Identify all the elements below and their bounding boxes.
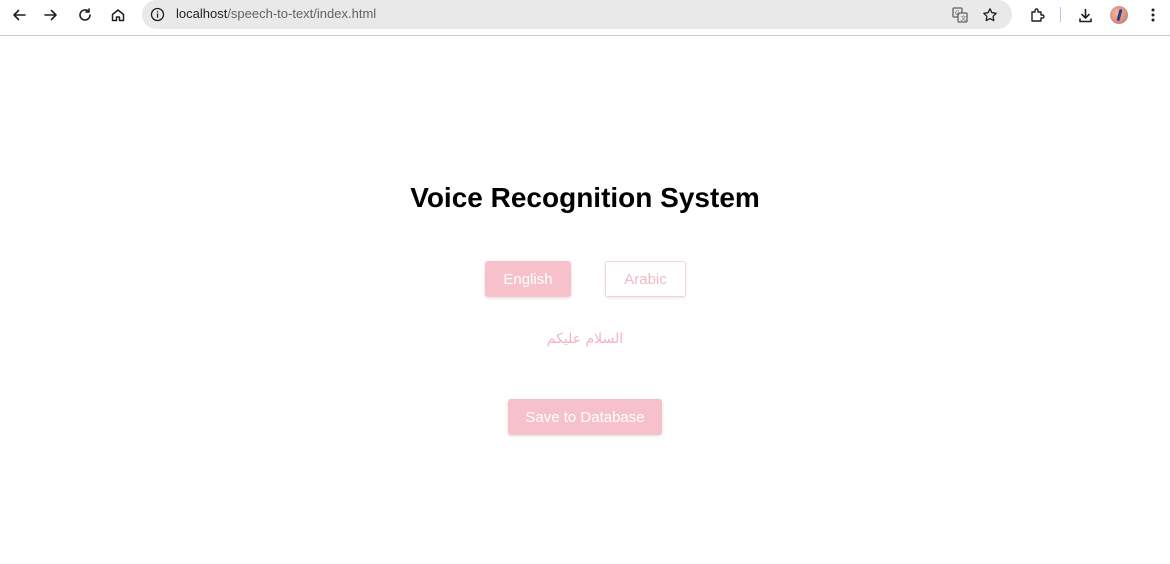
reload-icon[interactable] xyxy=(72,4,98,26)
transcript-text: السلام عليكم xyxy=(546,331,624,347)
svg-text:G: G xyxy=(955,10,960,17)
english-button[interactable]: English xyxy=(485,261,571,297)
url-host: localhost xyxy=(176,6,228,21)
page-content: Voice Recognition System English Arabic … xyxy=(0,37,1170,564)
star-icon[interactable] xyxy=(980,5,1000,25)
back-arrow-icon[interactable] xyxy=(6,4,32,26)
save-to-database-button[interactable]: Save to Database xyxy=(508,399,662,435)
home-icon[interactable] xyxy=(105,4,131,26)
browser-toolbar: localhost/speech-to-text/index.html G文 xyxy=(0,0,1170,36)
kebab-menu-icon[interactable] xyxy=(1140,4,1166,26)
page-title: Voice Recognition System xyxy=(410,182,760,213)
forward-arrow-icon[interactable] xyxy=(38,4,64,26)
info-icon[interactable] xyxy=(150,7,165,27)
toolbar-divider xyxy=(1060,7,1061,22)
download-icon[interactable] xyxy=(1072,4,1098,26)
translate-icon[interactable]: G文 xyxy=(950,5,970,25)
address-bar[interactable]: localhost/speech-to-text/index.html G文 xyxy=(142,0,1012,29)
url-text[interactable]: localhost/speech-to-text/index.html xyxy=(176,6,376,21)
svg-text:文: 文 xyxy=(961,15,967,23)
puzzle-icon[interactable] xyxy=(1024,4,1050,26)
arabic-button[interactable]: Arabic xyxy=(605,261,686,297)
profile-avatar[interactable] xyxy=(1110,6,1128,24)
url-path: /speech-to-text/index.html xyxy=(227,6,377,21)
